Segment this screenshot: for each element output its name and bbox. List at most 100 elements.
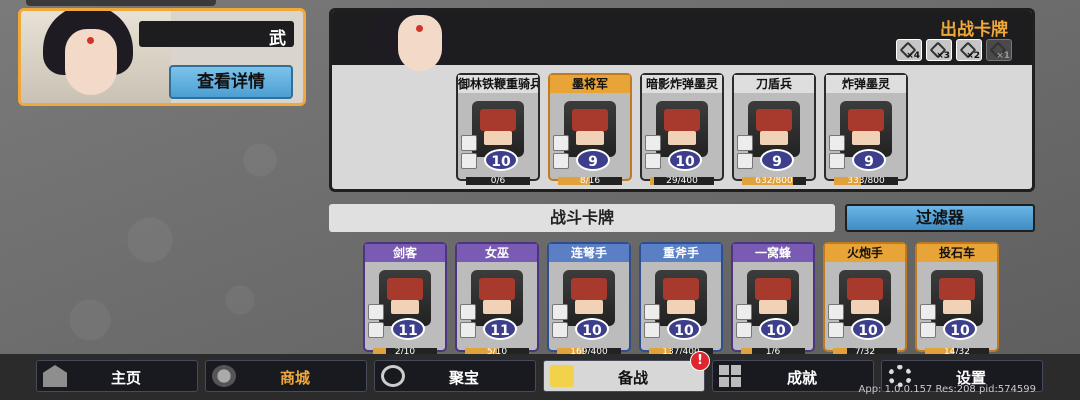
- unit-class-icon: [553, 135, 569, 151]
- nav-treasure[interactable]: 聚宝: [374, 360, 536, 392]
- unit-level: 10: [667, 318, 701, 340]
- unit-level: 9: [760, 149, 794, 171]
- achievements-grid-icon: [719, 365, 743, 387]
- filter-button[interactable]: 过滤器: [845, 204, 1035, 232]
- combat-cards-header: 战斗卡牌 过滤器: [329, 204, 1035, 232]
- unit-class-icon: [460, 304, 476, 320]
- unit-card[interactable]: 一窝蜂 10 1/6: [731, 242, 815, 356]
- view-details-button[interactable]: 查看详情: [169, 65, 293, 99]
- unit-upgrade-progress: 8/16: [558, 177, 622, 185]
- unit-upgrade-progress: 333/800: [834, 177, 898, 185]
- unit-upgrade-progress-fill: [650, 177, 655, 185]
- unit-upgrade-progress: 632/800: [742, 177, 806, 185]
- modifier-x1-icon[interactable]: ×1: [986, 39, 1012, 61]
- unit-card[interactable]: 刀盾兵 9 632/800: [732, 73, 816, 185]
- unit-card[interactable]: 女巫 11 5/10: [455, 242, 539, 356]
- top-strip: [26, 0, 216, 6]
- unit-card-name: 御林铁鞭重骑兵: [458, 75, 538, 93]
- unit-upgrade-progress: 29/400: [650, 177, 714, 185]
- unit-class-icon: [829, 135, 845, 151]
- unit-class-icon: [736, 304, 752, 320]
- deck-modifiers: ×4 ×3 ×2 ×1: [896, 39, 1012, 61]
- unit-card-name: 刀盾兵: [734, 75, 814, 93]
- unit-level: 10: [943, 318, 977, 340]
- unit-upgrade-progress-text: 29/400: [666, 177, 698, 185]
- deck-title: 出战卡牌: [940, 20, 1008, 40]
- unit-card-name: 连弩手: [549, 244, 629, 262]
- unit-card-name: 墨将军: [550, 75, 630, 93]
- unit-card-name: 火炮手: [825, 244, 905, 262]
- hero-profile-card[interactable]: 武 查看详情: [18, 8, 306, 106]
- unit-level: 10: [575, 318, 609, 340]
- unit-level: 9: [852, 149, 886, 171]
- unit-upgrade-progress-text: 0/6: [490, 177, 506, 185]
- unit-class-icon: [552, 304, 568, 320]
- combat-card-row: 剑客 11 2/10 女巫 11 5/10 连弩手 10 169/400 重斧手 10 137/400…: [363, 242, 999, 356]
- unit-level: 11: [483, 318, 517, 340]
- unit-class-icon: [737, 135, 753, 151]
- unit-card-name: 投石车: [917, 244, 997, 262]
- nav-achievements[interactable]: 成就: [712, 360, 874, 392]
- notification-badge: !: [690, 351, 710, 371]
- unit-trait-icon: [368, 322, 384, 338]
- unit-class-icon: [828, 304, 844, 320]
- unit-class-icon: [920, 304, 936, 320]
- nav-prepare[interactable]: 备战: [543, 360, 705, 392]
- unit-card[interactable]: 投石车 10 14/32: [915, 242, 999, 356]
- nav-home[interactable]: 主页: [36, 360, 198, 392]
- combat-cards-title: 战斗卡牌: [329, 204, 835, 232]
- unit-class-icon: [461, 135, 477, 151]
- unit-card-name: 炸弹墨灵: [826, 75, 906, 93]
- unit-trait-icon: [737, 153, 753, 169]
- hero-name-bar: 武: [139, 21, 294, 49]
- unit-trait-icon: [828, 322, 844, 338]
- nav-shop[interactable]: 商城: [205, 360, 367, 392]
- unit-card[interactable]: 连弩手 10 169/400: [547, 242, 631, 356]
- unit-trait-icon: [645, 153, 661, 169]
- unit-card-name: 暗影炸弹墨灵: [642, 75, 722, 93]
- unit-card[interactable]: 剑客 11 2/10: [363, 242, 447, 356]
- unit-trait-icon: [552, 322, 568, 338]
- unit-card[interactable]: 墨将军 9 8/16: [548, 73, 632, 185]
- modifier-x3-icon[interactable]: ×3: [926, 39, 952, 61]
- deck-hero-portrait: [358, 11, 478, 71]
- unit-trait-icon: [644, 322, 660, 338]
- unit-level: 10: [759, 318, 793, 340]
- unit-upgrade-progress-text: 8/16: [579, 177, 601, 185]
- deck-header: 出战卡牌 ×4 ×3 ×2 ×1: [332, 11, 1032, 71]
- unit-card[interactable]: 重斧手 10 137/400: [639, 242, 723, 356]
- unit-card[interactable]: 御林铁鞭重骑兵 10 0/6: [456, 73, 540, 185]
- unit-level: 10: [851, 318, 885, 340]
- card-icon: [550, 365, 574, 387]
- battle-deck-panel: 出战卡牌 ×4 ×3 ×2 ×1 御林铁鞭重骑兵 10 0/6 墨将军 9 8/16 暗影炸…: [329, 8, 1035, 192]
- unit-card[interactable]: 火炮手 10 7/32: [823, 242, 907, 356]
- unit-upgrade-progress-text: 333/800: [847, 177, 885, 185]
- unit-level: 11: [391, 318, 425, 340]
- unit-level: 9: [576, 149, 610, 171]
- treasure-eye-icon: [381, 365, 405, 387]
- coins-icon: [212, 365, 236, 387]
- modifier-x2-icon[interactable]: ×2: [956, 39, 982, 61]
- home-icon: [43, 365, 67, 387]
- unit-trait-icon: [736, 322, 752, 338]
- deck-card-row: 御林铁鞭重骑兵 10 0/6 墨将军 9 8/16 暗影炸弹墨灵 10 29/400 刀盾兵 9 63…: [456, 73, 908, 185]
- unit-level: 10: [484, 149, 518, 171]
- unit-card-name: 剑客: [365, 244, 445, 262]
- unit-trait-icon: [829, 153, 845, 169]
- unit-trait-icon: [920, 322, 936, 338]
- unit-card-name: 女巫: [457, 244, 537, 262]
- unit-upgrade-progress-text: 632/800: [755, 177, 793, 185]
- unit-level: 10: [668, 149, 702, 171]
- unit-card[interactable]: 暗影炸弹墨灵 10 29/400: [640, 73, 724, 185]
- modifier-x4-icon[interactable]: ×4: [896, 39, 922, 61]
- build-info: App: 1.0.0.157 Res:208 pid:574599: [858, 384, 1037, 395]
- unit-card-name: 一窝蜂: [733, 244, 813, 262]
- unit-trait-icon: [461, 153, 477, 169]
- unit-card[interactable]: 炸弹墨灵 9 333/800: [824, 73, 908, 185]
- unit-card-name: 重斧手: [641, 244, 721, 262]
- unit-class-icon: [644, 304, 660, 320]
- unit-trait-icon: [460, 322, 476, 338]
- unit-upgrade-progress: 0/6: [466, 177, 530, 185]
- hero-name: 武: [269, 29, 286, 49]
- unit-class-icon: [368, 304, 384, 320]
